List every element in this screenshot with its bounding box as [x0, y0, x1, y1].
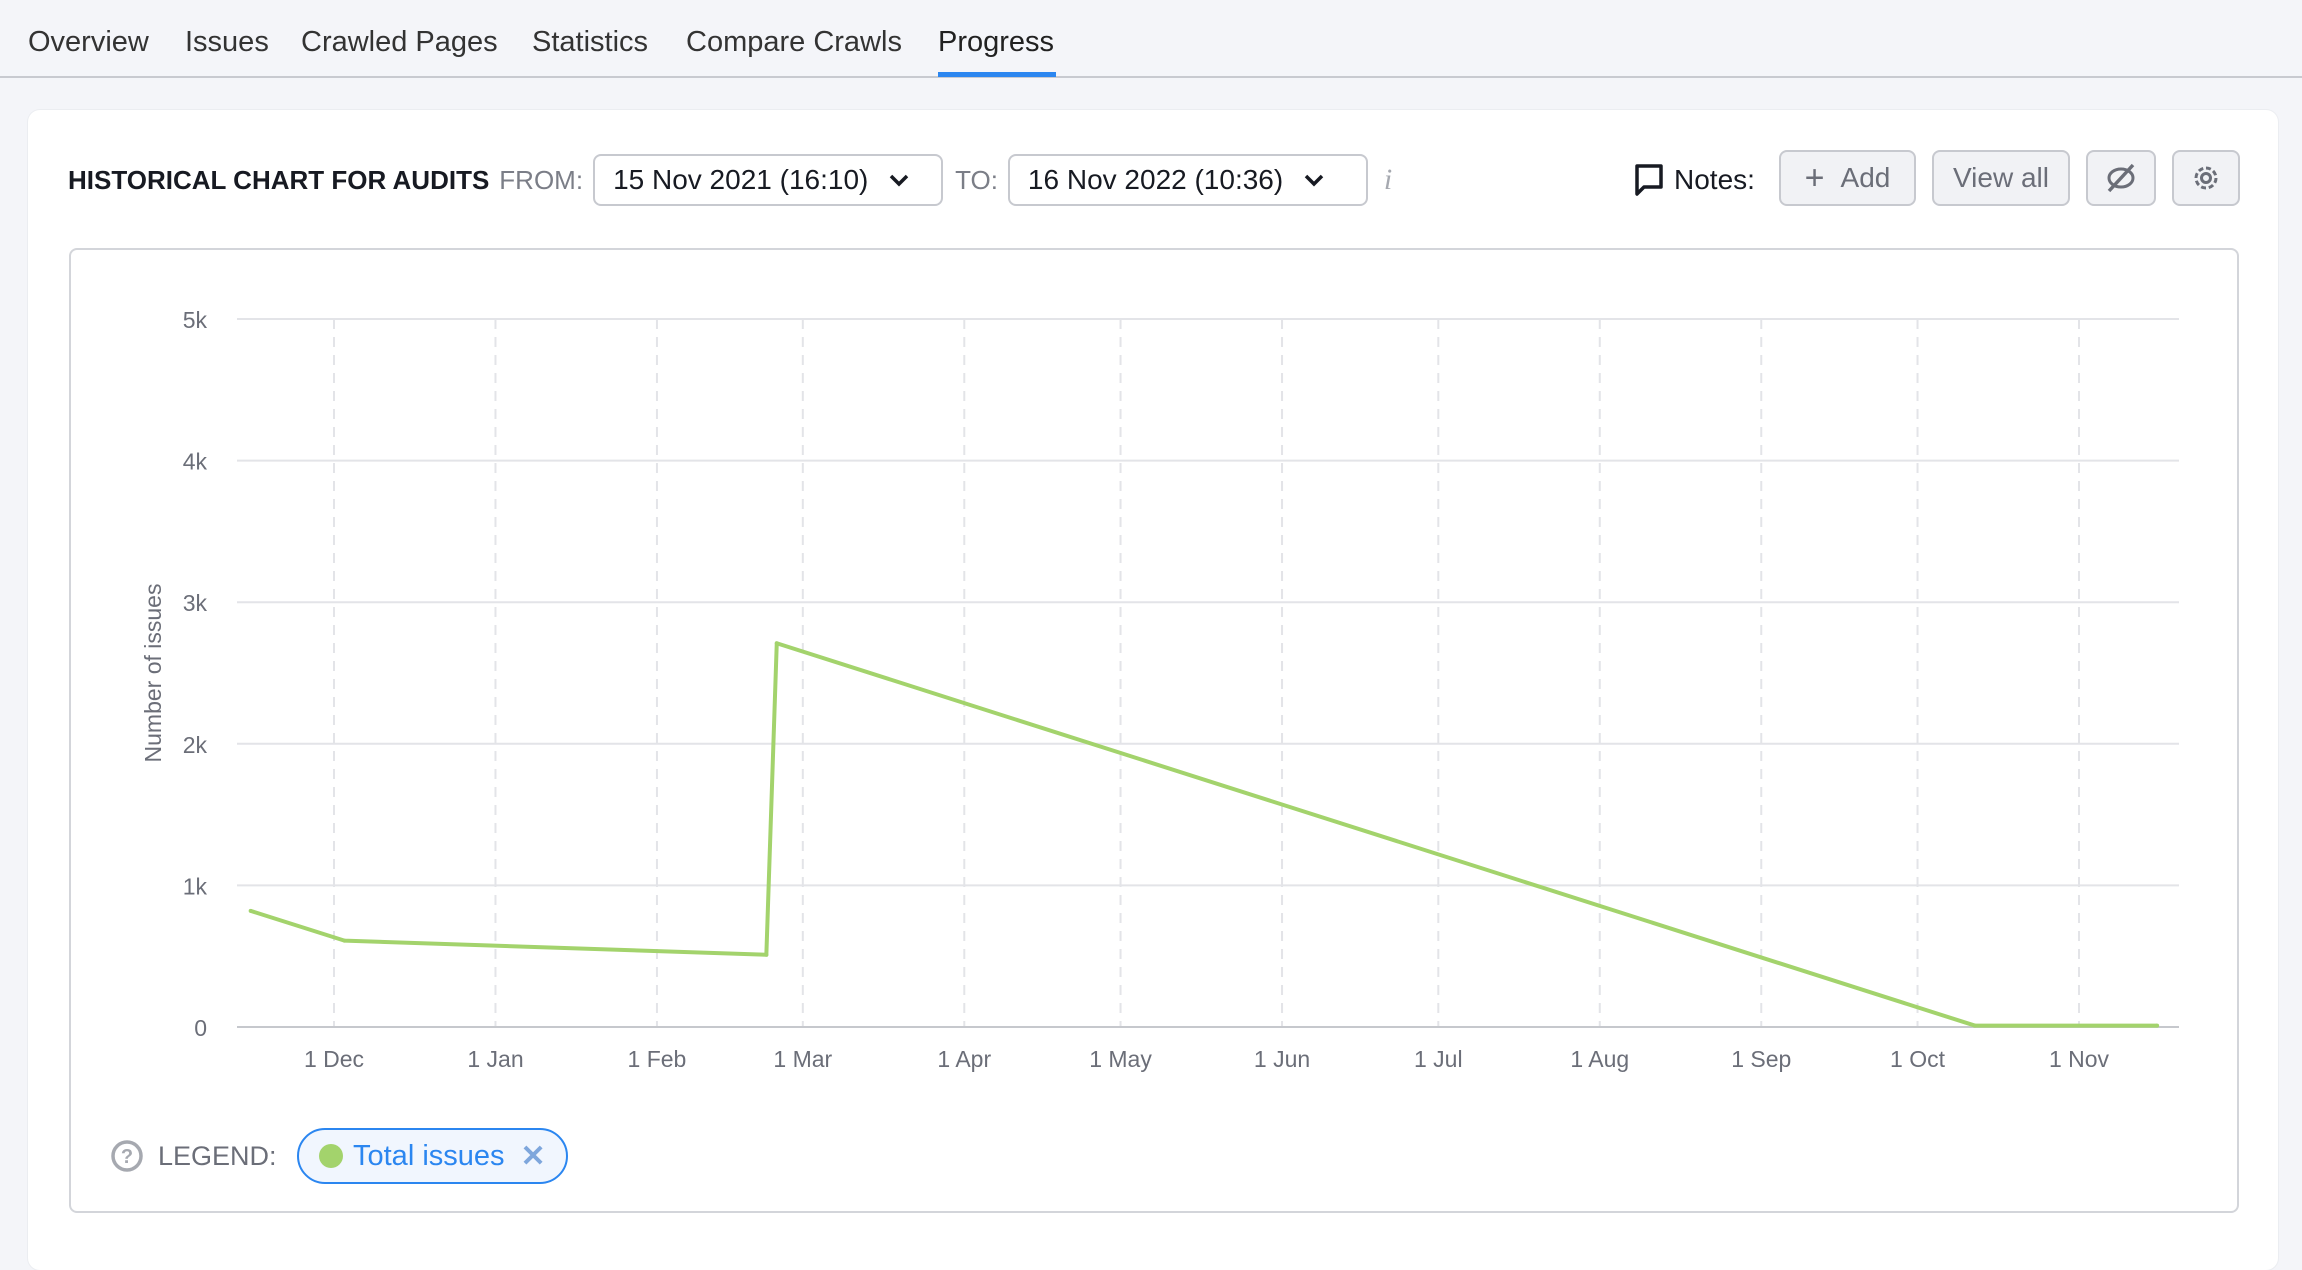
eye-off-icon: [2107, 163, 2135, 193]
from-date-value: 15 Nov 2021 (16:10): [613, 164, 869, 195]
active-tab-indicator: [938, 72, 1056, 77]
to-date-select[interactable]: 16 Nov 2022 (10:36): [1007, 154, 1368, 206]
data-point: [248, 908, 253, 913]
y-tick-label: 1k: [183, 873, 208, 899]
tab-statistics[interactable]: Statistics: [532, 26, 648, 59]
chart-title: HISTORICAL CHART FOR AUDITS: [68, 164, 490, 195]
tab-bar: Overview Issues Crawled Pages Statistics…: [0, 0, 2302, 78]
x-tick-label: 1 Nov: [2049, 1046, 2110, 1072]
y-tick-label: 0: [194, 1015, 207, 1041]
legend-label: LEGEND:: [158, 1141, 277, 1171]
chart-container: 1 Dec 1 Jan 1 Feb 1 Mar 1 Apr 1 May 1 Jun 1 Jul…: [69, 248, 2239, 1213]
from-label: FROM:: [499, 164, 584, 195]
chevron-down-icon: [1304, 174, 1324, 187]
remove-series-icon[interactable]: ✕: [521, 1139, 546, 1174]
y-tick-label: 5k: [183, 307, 208, 333]
x-tick-label: 1 Sep: [1731, 1046, 1791, 1072]
x-tick-label: 1 Jan: [467, 1046, 523, 1072]
line-chart: 1 Dec 1 Jan 1 Feb 1 Mar 1 Apr 1 May 1 Jun 1 Jul…: [140, 307, 2179, 1072]
view-all-label: View all: [1953, 162, 2049, 193]
y-axis-label: Number of issues: [140, 584, 166, 763]
y-tick-label: 4k: [183, 449, 208, 475]
series-line-total-issues: [250, 641, 2158, 1028]
view-all-notes-button[interactable]: View all: [1932, 150, 2070, 206]
help-icon[interactable]: ?: [110, 1139, 144, 1173]
data-point: [342, 938, 347, 943]
tab-issues[interactable]: Issues: [185, 26, 269, 59]
notes-section: Notes:: [1634, 154, 1755, 206]
add-note-button[interactable]: + Add: [1779, 150, 1916, 206]
tab-compare-crawls[interactable]: Compare Crawls: [686, 26, 902, 59]
tab-progress[interactable]: Progress: [938, 26, 1054, 59]
x-tick-label: 1 Aug: [1570, 1046, 1629, 1072]
notes-label: Notes:: [1674, 164, 1755, 195]
series-color-dot: [319, 1144, 343, 1168]
data-point: [1972, 1023, 1977, 1028]
data-point: [774, 641, 779, 646]
chevron-down-icon: [890, 174, 909, 187]
x-tick-label: 1 Jul: [1414, 1046, 1463, 1072]
settings-button[interactable]: [2172, 150, 2240, 206]
y-tick-label: 2k: [183, 732, 208, 758]
x-tick-label: 1 May: [1089, 1046, 1152, 1072]
hide-notes-button[interactable]: [2086, 150, 2156, 206]
svg-text:?: ?: [121, 1146, 133, 1168]
x-tick-label: 1 Feb: [628, 1046, 687, 1072]
to-label: TO:: [955, 164, 998, 195]
tab-overview[interactable]: Overview: [28, 26, 149, 59]
x-tick-label: 1 Mar: [773, 1046, 832, 1072]
legend-label-group: ? LEGEND:: [110, 1128, 277, 1184]
note-icon: [1635, 164, 1663, 196]
x-tick-label: 1 Jun: [1254, 1046, 1310, 1072]
legend-item-label: Total issues: [353, 1139, 505, 1172]
plus-icon: +: [1804, 158, 1825, 197]
info-icon[interactable]: i: [1384, 163, 1392, 197]
gear-icon: [2194, 166, 2218, 190]
x-tick-label: 1 Oct: [1890, 1046, 1946, 1072]
data-point: [764, 952, 769, 957]
x-tick-label: 1 Apr: [937, 1046, 991, 1072]
y-tick-label: 3k: [183, 590, 208, 616]
tab-crawled-pages[interactable]: Crawled Pages: [301, 26, 498, 59]
chart-header: HISTORICAL CHART FOR AUDITS FROM: 15 Nov…: [68, 154, 1392, 206]
from-date-select[interactable]: 15 Nov 2021 (16:10): [593, 154, 944, 206]
to-date-value: 16 Nov 2022 (10:36): [1027, 164, 1284, 195]
data-point: [2155, 1023, 2160, 1028]
add-note-label: Add: [1840, 162, 1891, 193]
x-tick-label: 1 Dec: [304, 1046, 364, 1072]
legend-item-total-issues[interactable]: Total issues ✕: [297, 1128, 568, 1184]
